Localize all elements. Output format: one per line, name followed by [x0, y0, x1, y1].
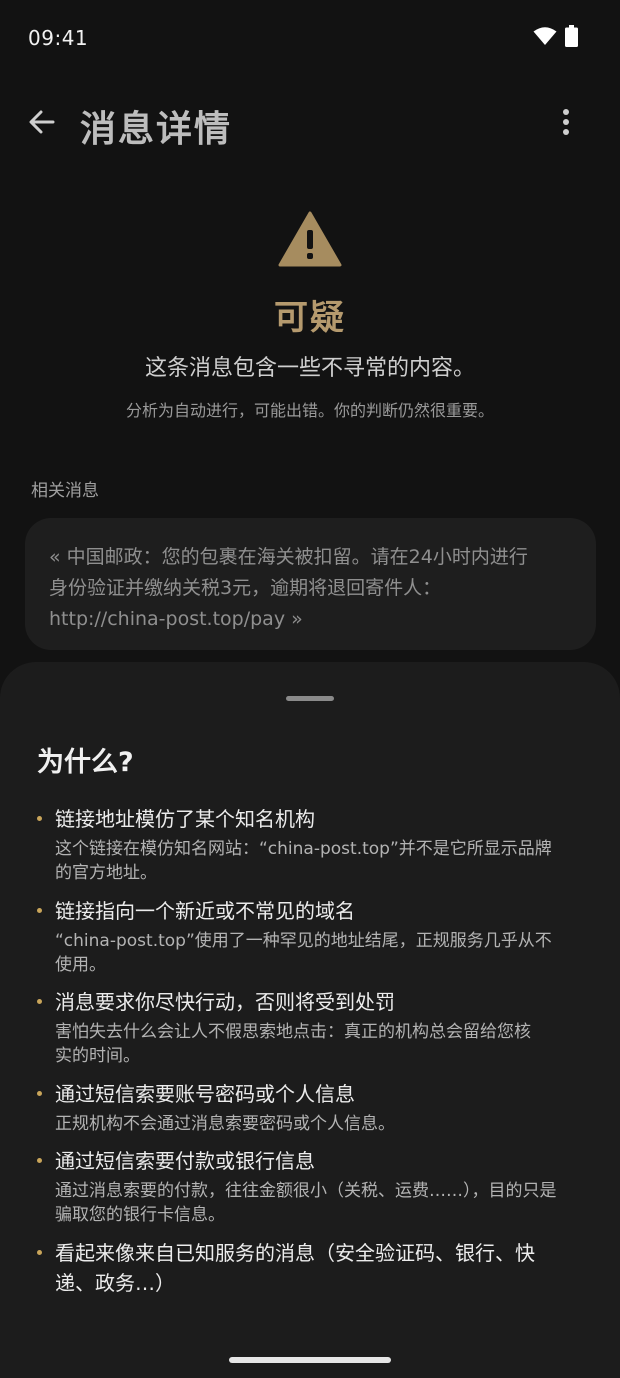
bullet-icon	[37, 816, 42, 821]
reason-title: 通过短信索要账号密码或个人信息	[55, 1082, 355, 1106]
reason-title-line: 看起来像来自已知服务的消息（安全验证码、银行、快	[55, 1241, 535, 1265]
home-indicator[interactable]	[229, 1357, 391, 1363]
reason-body-line: 害怕失去什么会让人不假思索地点击：真正的机构总会留给您核	[55, 1022, 531, 1042]
reason-body: 这个链接在模仿知名网站：“china-post.top”并不是它所显示品牌 的官…	[55, 837, 590, 885]
reason-body: 通过消息索要的付款，往往金额很小（关税、运费……），目的只是 骗取您的银行卡信息…	[55, 1179, 590, 1227]
reason-title: 通过短信索要付款或银行信息	[55, 1149, 315, 1173]
bullet-icon	[37, 1158, 42, 1163]
battery-icon	[565, 25, 578, 47]
analysis-disclaimer: 分析为自动进行，可能出错。你的判断仍然很重要。	[125, 401, 494, 420]
message-line: http://china-post.top/pay »	[49, 608, 303, 630]
reason-body: 正规机构不会通过消息索要密码或个人信息。	[55, 1112, 590, 1136]
verdict-description: 这条消息包含一些不寻常的内容。	[144, 356, 475, 381]
back-arrow-icon[interactable]	[26, 106, 58, 138]
reason-title: 消息要求你尽快行动，否则将受到处罚	[55, 990, 395, 1014]
reason-body-line: 实的时间。	[55, 1046, 140, 1066]
reason-body: “china-post.top”使用了一种罕见的地址结尾，正规服务几乎从不 使用…	[55, 929, 590, 977]
reason-body-line: “china-post.top”使用了一种罕见的地址结尾，正规服务几乎从不	[55, 931, 552, 951]
why-bottom-sheet: 为什么? 链接地址模仿了某个知名机构 这个链接在模仿知名网站：“china-po…	[0, 662, 620, 1378]
bullet-icon	[37, 908, 42, 913]
reason-title-line: 递、政务…）	[55, 1271, 175, 1295]
wifi-icon	[533, 27, 557, 45]
page-title: 消息详情	[80, 109, 233, 150]
bullet-icon	[37, 1091, 42, 1096]
related-message-card[interactable]: « 中国邮政：您的包裹在海关被扣留。请在24小时内进行 身份验证并缴纳关税3元，…	[25, 518, 596, 650]
reason-body-line: 这个链接在模仿知名网站：“china-post.top”并不是它所显示品牌	[55, 839, 552, 859]
more-options-icon[interactable]	[552, 104, 580, 140]
reason-body-line: 骗取您的银行卡信息。	[55, 1205, 225, 1225]
verdict-label: 可疑	[274, 298, 346, 338]
sheet-drag-handle[interactable]	[286, 696, 334, 701]
app-bar: 消息详情	[0, 90, 620, 160]
why-title: 为什么?	[37, 747, 134, 778]
reason-body-line: 使用。	[55, 955, 106, 975]
status-bar: 09:41	[0, 0, 620, 76]
reason-body-line: 正规机构不会通过消息索要密码或个人信息。	[55, 1114, 395, 1134]
status-time: 09:41	[28, 26, 89, 50]
reason-title: 链接指向一个新近或不常见的域名	[55, 899, 355, 923]
message-line: 身份验证并缴纳关税3元，逾期将退回寄件人：	[49, 577, 442, 599]
bullet-icon	[37, 1250, 42, 1255]
reason-title: 看起来像来自已知服务的消息（安全验证码、银行、快 递、政务…）	[55, 1238, 595, 1298]
reason-body: 害怕失去什么会让人不假思索地点击：真正的机构总会留给您核 实的时间。	[55, 1020, 590, 1068]
reason-body-line: 通过消息索要的付款，往往金额很小（关税、运费……），目的只是	[55, 1181, 557, 1201]
warning-icon	[278, 211, 342, 267]
related-message-label: 相关消息	[31, 481, 99, 501]
reason-body-line: 的官方地址。	[55, 863, 157, 883]
reason-title: 链接地址模仿了某个知名机构	[55, 807, 315, 831]
bullet-icon	[37, 999, 42, 1004]
message-line: « 中国邮政：您的包裹在海关被扣留。请在24小时内进行	[49, 546, 528, 568]
